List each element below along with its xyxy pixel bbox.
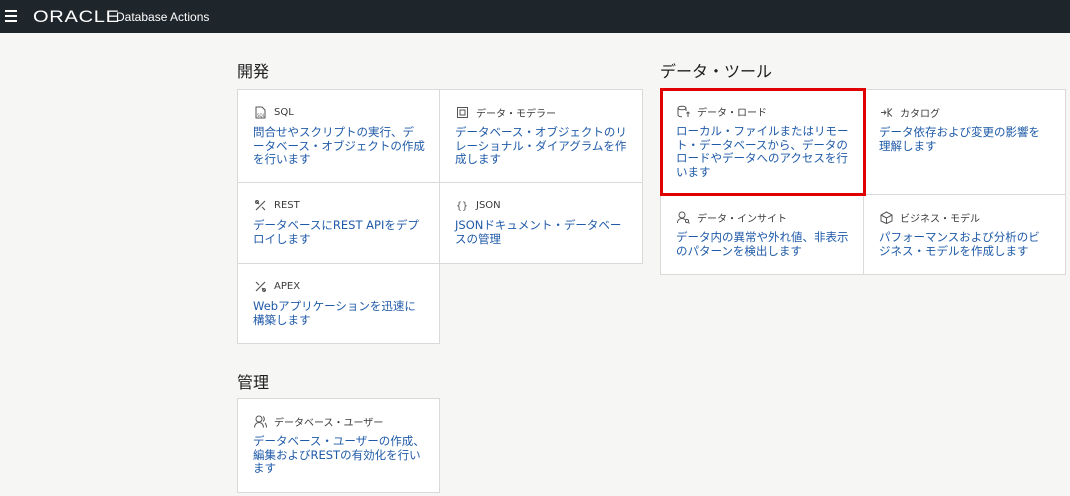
card-data-modeler-title: データ・モデラー (476, 109, 556, 120)
card-sql-title: SQL (274, 106, 294, 118)
card-rest-desc[interactable]: データベースにREST APIをデプロイします (253, 218, 425, 246)
card-business-model[interactable]: ビジネス・モデル パフォーマンスおよび分析のビジネス・モデルを作成します (863, 194, 1066, 275)
card-database-users-title: データベース・ユーザー (274, 418, 384, 429)
catalog-icon (879, 106, 893, 120)
card-data-insight-title: データ・インサイト (697, 214, 787, 225)
top-bar: ORACLE Database Actions (0, 0, 1070, 33)
card-catalog[interactable]: カタログ データ依存および変更の影響を理解します (863, 89, 1066, 195)
cube-icon (879, 211, 893, 225)
oracle-logo: ORACLE (33, 7, 120, 26)
card-catalog-title: カタログ (900, 109, 940, 120)
card-apex-title: APEX (274, 280, 301, 292)
card-rest[interactable]: REST データベースにREST APIをデプロイします (237, 182, 440, 264)
svg-text:SQL: SQL (257, 113, 266, 118)
users-icon (253, 415, 267, 429)
card-json[interactable]: {} JSON JSONドキュメント・データベースの管理 (439, 182, 643, 264)
card-sql[interactable]: SQL SQL 問合せやスクリプトの実行、データベース・オブジェクトの作成を行い… (237, 89, 440, 183)
hamburger-menu-icon[interactable] (5, 10, 17, 22)
card-data-load-title: データ・ロード (697, 108, 767, 119)
card-json-desc[interactable]: JSONドキュメント・データベースの管理 (455, 218, 628, 246)
rest-icon (253, 198, 267, 212)
data-load-icon (676, 105, 690, 119)
card-database-users-desc[interactable]: データベース・ユーザーの作成、編集およびRESTの有効化を行います (253, 434, 425, 476)
modeler-icon (455, 106, 469, 120)
json-icon: {} (455, 198, 469, 212)
section-title-data-tools: データ・ツール (660, 62, 773, 81)
card-business-model-desc[interactable]: パフォーマンスおよび分析のビジネス・モデルを作成します (879, 230, 1051, 258)
card-database-users[interactable]: データベース・ユーザー データベース・ユーザーの作成、編集およびRESTの有効化… (237, 398, 440, 493)
card-catalog-desc[interactable]: データ依存および変更の影響を理解します (879, 125, 1051, 153)
card-business-model-title: ビジネス・モデル (900, 214, 980, 225)
sql-icon: SQL (253, 105, 267, 119)
card-data-load[interactable]: データ・ロード ローカル・ファイルまたはリモート・データベースから、データのロー… (660, 88, 866, 196)
card-sql-desc[interactable]: 問合せやスクリプトの実行、データベース・オブジェクトの作成を行います (253, 125, 425, 167)
svg-text:{}: {} (456, 201, 468, 212)
card-apex[interactable]: APEX Webアプリケーションを迅速に構築します (237, 263, 440, 344)
card-json-title: JSON (476, 199, 501, 211)
card-data-modeler-desc[interactable]: データベース・オブジェクトのリレーショナル・ダイアグラムを作成します (455, 125, 628, 167)
apex-icon (253, 279, 267, 293)
card-data-insight-desc[interactable]: データ内の異常や外れ値、非表示のパターンを検出します (676, 230, 849, 258)
card-apex-desc[interactable]: Webアプリケーションを迅速に構築します (253, 299, 425, 327)
section-title-admin: 管理 (237, 373, 270, 392)
app-title: Database Actions (116, 10, 210, 24)
card-data-load-desc[interactable]: ローカル・ファイルまたはリモート・データベースから、データのロードやデータへのア… (676, 124, 849, 179)
card-data-insight[interactable]: データ・インサイト データ内の異常や外れ値、非表示のパターンを検出します (660, 194, 864, 275)
section-title-development: 開発 (237, 62, 270, 81)
card-rest-title: REST (274, 199, 300, 211)
card-data-modeler[interactable]: データ・モデラー データベース・オブジェクトのリレーショナル・ダイアグラムを作成… (439, 89, 643, 183)
data-insight-icon (676, 211, 690, 225)
